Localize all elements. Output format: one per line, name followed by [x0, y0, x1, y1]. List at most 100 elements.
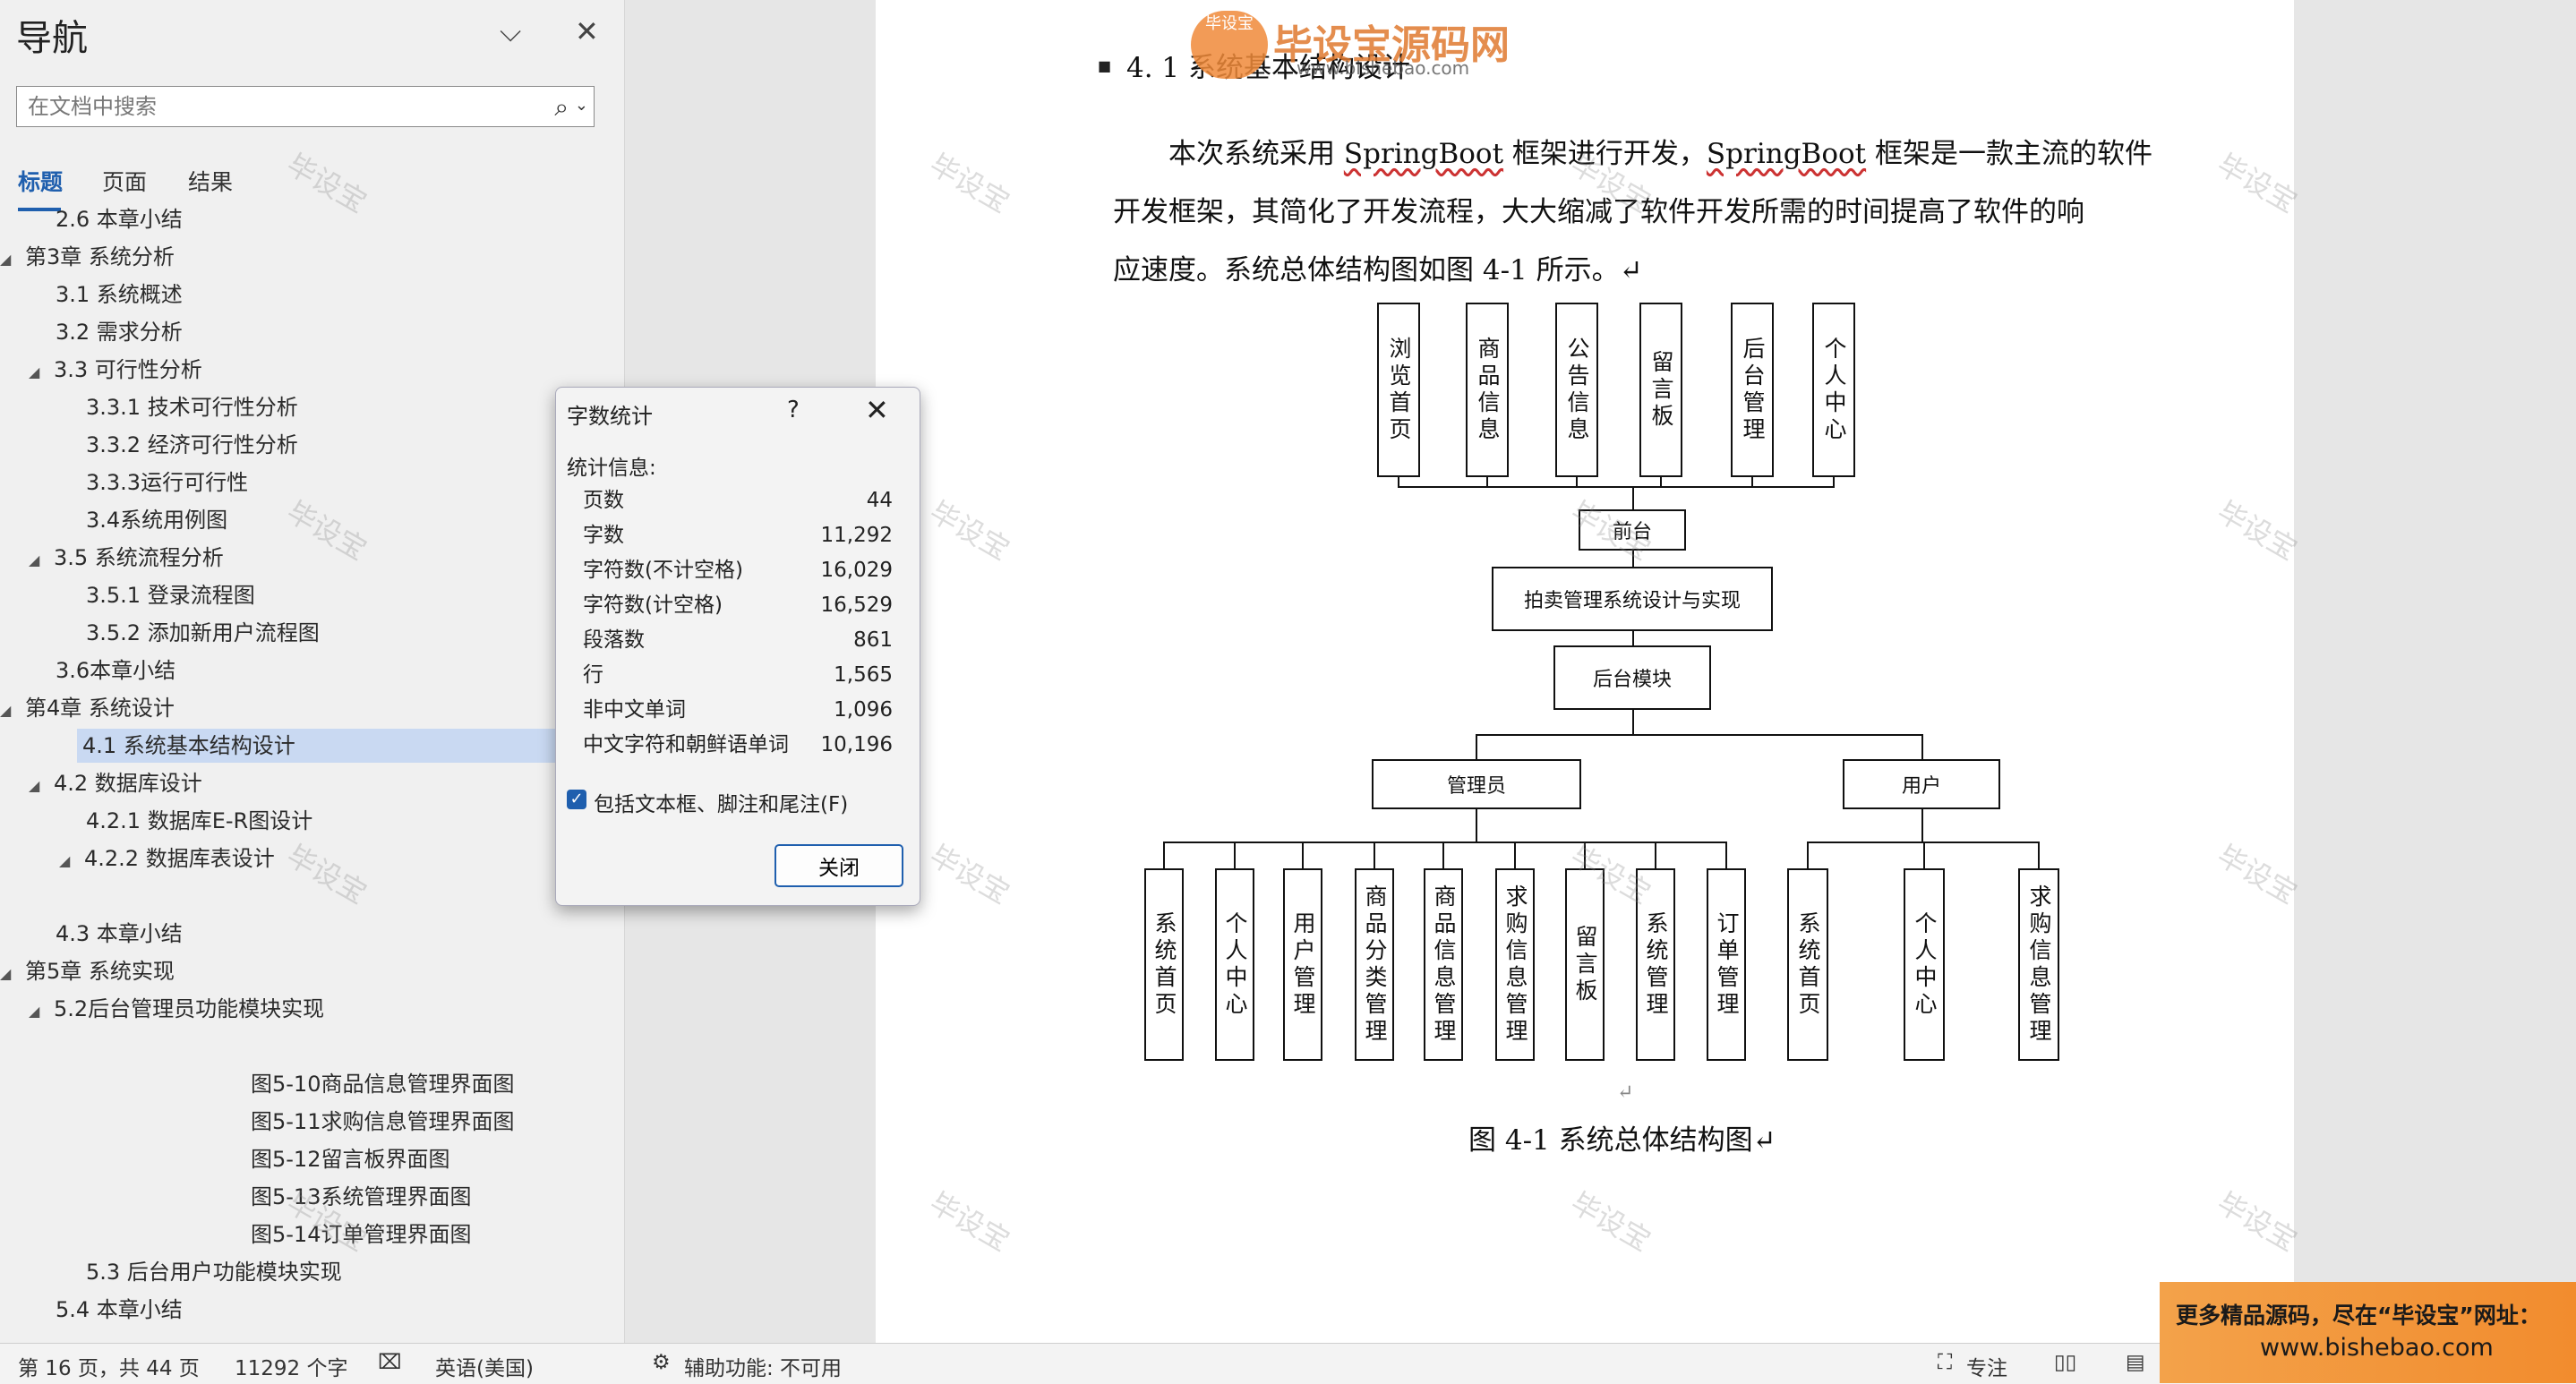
nav-heading-item[interactable]: ◢ 3.3 可行性分析	[29, 353, 202, 387]
proofing-icon[interactable]: ⌧	[378, 1351, 402, 1374]
expand-triangle-icon[interactable]: ◢	[0, 243, 18, 277]
nav-heading-item[interactable]: ◢ 第5章 系统实现	[0, 954, 175, 988]
expand-triangle-icon[interactable]: ◢	[0, 957, 18, 991]
search-icon[interactable]: ⌕	[554, 92, 569, 123]
connector-line	[1923, 842, 1925, 868]
nav-heading-item[interactable]: ◢ 5.2后台管理员功能模块实现	[29, 992, 324, 1026]
close-icon[interactable]: ✕	[575, 14, 599, 48]
nav-heading-item[interactable]: ◢ 第3章 系统分析	[0, 240, 175, 274]
body-line-3[interactable]: 应速度。系统总体结构图如图 4-1 所示。↵	[1113, 247, 1643, 287]
expand-triangle-icon[interactable]: ◢	[29, 995, 47, 1029]
nav-heading-item[interactable]: ◢ 4.2 数据库设计	[29, 766, 202, 800]
nav-heading-label: 图5-14订单管理界面图	[251, 1222, 472, 1247]
nav-heading-item[interactable]: 图5-11求购信息管理界面图	[251, 1105, 514, 1139]
diagram-module-label: 公告信息	[1564, 336, 1590, 444]
accessibility-status[interactable]: 辅助功能: 不可用	[684, 1351, 842, 1381]
expand-triangle-icon[interactable]: ◢	[59, 844, 77, 878]
stat-row: 页数 44	[583, 484, 893, 517]
nav-heading-item[interactable]: 5.4 本章小结	[56, 1293, 183, 1327]
focus-mode[interactable]: 专注	[1966, 1351, 2007, 1381]
accessibility-icon[interactable]: ⚙	[652, 1351, 671, 1374]
dropdown-arrow-icon[interactable]: ⌄	[575, 96, 588, 115]
help-icon[interactable]: ?	[787, 397, 800, 423]
figure-caption[interactable]: 图 4-1 系统总体结构图↵	[1468, 1117, 1776, 1158]
paragraph-mark-bullet: ■	[1098, 57, 1112, 74]
nav-heading-item[interactable]: 5.3 后台用户功能模块实现	[86, 1255, 342, 1289]
include-textboxes-checkbox[interactable]: ✓	[567, 790, 586, 809]
nav-heading-label: 第3章 系统分析	[25, 244, 175, 269]
diagram-front-box: 前台	[1579, 509, 1686, 551]
nav-heading-label: 图5-10商品信息管理界面图	[251, 1072, 515, 1097]
diagram-system-box: 拍卖管理系统设计与实现	[1492, 567, 1773, 631]
tab-pages[interactable]: 页面	[102, 165, 147, 197]
read-mode-icon[interactable]: ▯▯	[2054, 1351, 2076, 1374]
stat-row: 字符数(计空格) 16,529	[583, 589, 893, 621]
nav-heading-item[interactable]: 4.3 本章小结	[56, 917, 183, 951]
nav-heading-item[interactable]: 3.4系统用例图	[86, 503, 227, 537]
word-count[interactable]: 11292 个字	[235, 1351, 347, 1381]
tab-results[interactable]: 结果	[188, 165, 233, 197]
nav-heading-item[interactable]: 3.6本章小结	[56, 654, 175, 688]
connector-line	[1632, 488, 1634, 509]
connector-line	[1374, 842, 1375, 868]
expand-triangle-icon[interactable]: ◢	[29, 543, 47, 577]
nav-heading-item[interactable]: ◢ 第4章 系统设计	[0, 691, 175, 725]
nav-heading-item[interactable]: 3.3.2 经济可行性分析	[86, 428, 298, 462]
close-button[interactable]: 关闭	[775, 844, 903, 887]
dialog-close-icon[interactable]: ✕	[865, 393, 889, 427]
nav-search-input[interactable]	[26, 93, 531, 120]
nav-heading-item[interactable]: 3.1 系统概述	[56, 278, 183, 312]
nav-title: 导航	[16, 18, 88, 59]
stat-label: 行	[583, 663, 603, 687]
body-line-1[interactable]: 本次系统采用 SpringBoot 框架进行开发，SpringBoot 框架是一…	[1168, 131, 2152, 171]
nav-heading-item[interactable]: 图5-12留言板界面图	[251, 1142, 449, 1176]
nav-search-box[interactable]: ⌕ ⌄	[16, 86, 595, 127]
connector-line	[1514, 842, 1516, 868]
nav-heading-item[interactable]: ◢ 4.2.2 数据库表设计	[59, 842, 275, 876]
word-count-dialog: 字数统计 ? ✕ 统计信息: 页数 44 字数 11,292 字符数(不计空格) 16,0…	[555, 387, 920, 906]
nav-heading-item[interactable]: 图5-13系统管理界面图	[251, 1180, 471, 1214]
chevron-down-icon[interactable]: ⌵	[500, 14, 521, 49]
page-count[interactable]: 第 16 页，共 44 页	[18, 1351, 200, 1381]
body-line-2[interactable]: 开发框架，其简化了开发流程，大大缩减了软件开发所需的时间提高了软件的响	[1113, 189, 2084, 229]
stat-value: 16,029	[820, 559, 893, 582]
stat-label: 中文字符和朝鲜语单词	[583, 733, 789, 756]
connector-line	[1921, 734, 1923, 759]
tab-headings[interactable]: 标题	[18, 165, 63, 197]
nav-heading-item[interactable]: 3.3.1 技术可行性分析	[86, 390, 298, 424]
nav-heading-item[interactable]: 图5-10商品信息管理界面图	[251, 1067, 514, 1101]
expand-triangle-icon[interactable]: ◢	[29, 769, 47, 803]
diagram-module-label: 留言板	[1572, 924, 1598, 1005]
nav-heading-label: 3.5.1 登录流程图	[86, 583, 255, 608]
expand-triangle-icon[interactable]: ◢	[29, 355, 47, 389]
stat-label: 字符数(计空格)	[583, 594, 723, 617]
diagram-module-label: 系统管理	[1643, 910, 1669, 1019]
nav-heading-item[interactable]: 4.1 系统基本结构设计	[77, 729, 557, 763]
language-indicator[interactable]: 英语(美国)	[435, 1351, 534, 1381]
diagram-module-box: 后台管理	[1731, 303, 1774, 477]
nav-heading-item[interactable]: 3.2 需求分析	[56, 315, 183, 349]
print-layout-icon[interactable]: ▤	[2126, 1351, 2145, 1374]
nav-heading-item[interactable]: ◢ 3.5 系统流程分析	[29, 541, 224, 575]
nav-heading-item[interactable]: 4.2.1 数据库E-R图设计	[86, 804, 312, 838]
stat-row: 段落数 861	[583, 624, 893, 656]
navigation-pane: 导航 ⌵ ✕ ⌕ ⌄ 标题 页面 结果 2.6 本章小结 ◢ 第3章 系统分析 3.1…	[0, 0, 625, 1343]
diagram-module-box: 个人中心	[1215, 868, 1254, 1061]
include-textboxes-label[interactable]: 包括文本框、脚注和尾注(F)	[594, 787, 848, 817]
diagram-module-box: 系统首页	[1787, 868, 1828, 1061]
stat-value: 11,292	[820, 524, 893, 547]
nav-heading-item[interactable]: 2.6 本章小结	[56, 202, 183, 236]
nav-heading-label: 5.4 本章小结	[56, 1297, 183, 1322]
nav-heading-label: 图5-13系统管理界面图	[251, 1184, 472, 1209]
nav-heading-item[interactable]: 3.5.2 添加新用户流程图	[86, 616, 320, 650]
nav-heading-item[interactable]: 3.5.1 登录流程图	[86, 578, 255, 612]
nav-heading-label: 3.6本章小结	[56, 658, 176, 683]
stat-value: 1,565	[834, 663, 893, 687]
connector-line	[1584, 842, 1586, 868]
nav-heading-item[interactable]: 3.3.3运行可行性	[86, 466, 248, 500]
nav-heading-label: 3.3.1 技术可行性分析	[86, 395, 298, 420]
active-tab-indicator	[18, 208, 61, 211]
nav-heading-item[interactable]: 图5-14订单管理界面图	[251, 1217, 471, 1252]
expand-triangle-icon[interactable]: ◢	[0, 694, 18, 728]
focus-icon[interactable]: ⛶	[1938, 1351, 1952, 1374]
